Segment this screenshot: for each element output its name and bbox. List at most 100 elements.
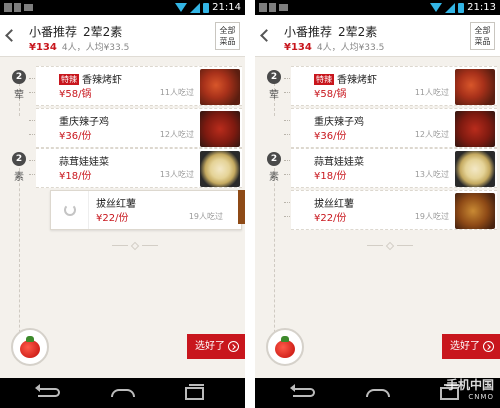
dish-price: ¥36/份 [59, 131, 92, 142]
recent-apps-icon[interactable] [185, 384, 204, 400]
done-button[interactable]: 选好了 [442, 334, 500, 359]
navigation-bar: 手机中国 CNMO [255, 378, 500, 408]
dish-name: 特辣 香辣烤虾 [59, 74, 122, 86]
divider-ornament [112, 241, 158, 251]
status-time: 21:14 [212, 2, 241, 13]
dish-name: 蒜茸娃娃菜 [314, 157, 364, 168]
all-dishes-button[interactable]: 全部 菜品 [215, 22, 240, 50]
eaten-count: 19人吃过 [188, 212, 223, 221]
swap-dish-button[interactable] [51, 191, 89, 229]
watermark-main: 手机中国 [445, 378, 494, 392]
tomato-logo-button[interactable] [11, 328, 49, 366]
all-dishes-label-1: 全部 [219, 26, 236, 35]
notification-icon [14, 3, 21, 12]
chevron-right-icon [483, 341, 494, 352]
notification-icon [269, 3, 276, 12]
status-bar: 21:14 [0, 0, 245, 15]
tomato-icon [20, 340, 40, 358]
page-title: 小番推荐 2荤2素 [284, 23, 377, 40]
people-per-person: 4人，人均¥33.5 [61, 43, 130, 53]
dish-name: 拔丝红薯 [314, 199, 354, 210]
dish-card-swiping[interactable]: 拔丝红薯 ¥22/份 19人吃过 [50, 190, 242, 230]
spicy-tag: 特辣 [59, 74, 79, 85]
dish-name: 特辣 香辣烤虾 [314, 74, 377, 86]
home-icon[interactable] [111, 389, 135, 397]
total-price: ¥134 [29, 42, 57, 53]
divider-ornament [367, 241, 413, 251]
dish-name: 蒜茸娃娃菜 [59, 157, 109, 168]
eaten-count: 19人吃过 [414, 212, 449, 221]
dish-photo [455, 111, 495, 147]
home-icon[interactable] [366, 389, 390, 397]
battery-icon [203, 2, 210, 13]
eaten-count: 11人吃过 [159, 88, 194, 97]
dish-price: ¥36/份 [314, 131, 347, 142]
dish-card[interactable]: 蒜茸娃娃菜 ¥18/份 13人吃过 [291, 148, 497, 188]
back-icon[interactable] [35, 384, 60, 397]
dish-photo [455, 193, 495, 229]
eaten-count: 12人吃过 [159, 130, 194, 139]
dish-name: 重庆辣子鸡 [59, 117, 109, 128]
all-dishes-label-2: 菜品 [219, 37, 236, 46]
spicy-tag: 特辣 [314, 74, 334, 85]
done-button-label: 选好了 [450, 341, 480, 352]
back-arrow-icon[interactable] [5, 29, 18, 42]
total-price: ¥134 [284, 42, 312, 53]
watermark: 手机中国 CNMO [446, 376, 494, 401]
tomato-logo-button[interactable] [266, 328, 304, 366]
dish-card[interactable]: 特辣 香辣烤虾 ¥58/锅 11人吃过 [291, 66, 497, 106]
dish-photo [455, 151, 495, 187]
navigation-bar [0, 378, 245, 408]
dish-price: ¥22/份 [96, 213, 129, 224]
dish-photo-peek [238, 190, 245, 224]
all-dishes-button[interactable]: 全部 菜品 [470, 22, 495, 50]
dish-photo [200, 69, 240, 105]
dish-price: ¥22/份 [314, 213, 347, 224]
header: 小番推荐 2荤2素 ¥134 4人，人均¥33.5 全部 菜品 [255, 15, 500, 57]
people-per-person: 4人，人均¥33.5 [316, 43, 385, 53]
eaten-count: 13人吃过 [159, 170, 194, 179]
chevron-right-icon [228, 341, 239, 352]
eaten-count: 12人吃过 [414, 130, 449, 139]
dish-price: ¥58/锅 [314, 89, 347, 100]
dish-photo [455, 69, 495, 105]
header: 小番推荐 2荤2素 ¥134 4人，人均¥33.5 全部 菜品 [0, 15, 245, 57]
status-bar: 21:13 [255, 0, 500, 15]
dish-photo [200, 151, 240, 187]
done-button-label: 选好了 [195, 341, 225, 352]
category-count-badge: 2 [267, 152, 281, 166]
tomato-leaf-icon [281, 336, 289, 342]
category-label-veg: 素 [269, 172, 279, 183]
category-label-veg: 素 [14, 172, 24, 183]
wifi-icon [430, 3, 443, 12]
dish-card[interactable]: 特辣 香辣烤虾 ¥58/锅 11人吃过 [36, 66, 242, 106]
dish-card[interactable]: 重庆辣子鸡 ¥36/份 12人吃过 [291, 108, 497, 148]
dish-card[interactable]: 重庆辣子鸡 ¥36/份 12人吃过 [36, 108, 242, 148]
all-dishes-label-1: 全部 [474, 26, 491, 35]
done-button[interactable]: 选好了 [187, 334, 245, 359]
all-dishes-label-2: 菜品 [474, 37, 491, 46]
dish-card[interactable]: 拔丝红薯 ¥22/份 19人吃过 [291, 190, 497, 230]
battery-icon [458, 2, 465, 13]
page-title: 小番推荐 2荤2素 [29, 23, 122, 40]
tomato-icon [275, 340, 295, 358]
category-label-meat: 荤 [269, 90, 279, 101]
category-count-badge: 2 [12, 152, 26, 166]
tomato-leaf-icon [26, 336, 34, 342]
order-summary: ¥134 4人，人均¥33.5 [284, 40, 384, 53]
category-count-badge: 2 [267, 70, 281, 84]
phone-screen-right: 21:13 小番推荐 2荤2素 ¥134 4人，人均¥33.5 全部 菜品 2 荤 … [255, 0, 500, 408]
back-icon[interactable] [290, 384, 315, 397]
back-arrow-icon[interactable] [260, 29, 273, 42]
dish-name: 拔丝红薯 [96, 199, 136, 210]
dish-card[interactable]: 蒜茸娃娃菜 ¥18/份 13人吃过 [36, 148, 242, 188]
title-text: 小番推荐 [29, 25, 78, 39]
watermark-sub: CNMO [468, 393, 494, 401]
dish-count: 2荤2素 [338, 25, 378, 39]
status-time: 21:13 [467, 2, 496, 13]
category-count-badge: 2 [12, 70, 26, 84]
dish-count: 2荤2素 [83, 25, 123, 39]
order-summary: ¥134 4人，人均¥33.5 [29, 40, 129, 53]
dish-price: ¥18/份 [59, 171, 92, 182]
notification-icon [259, 3, 267, 12]
